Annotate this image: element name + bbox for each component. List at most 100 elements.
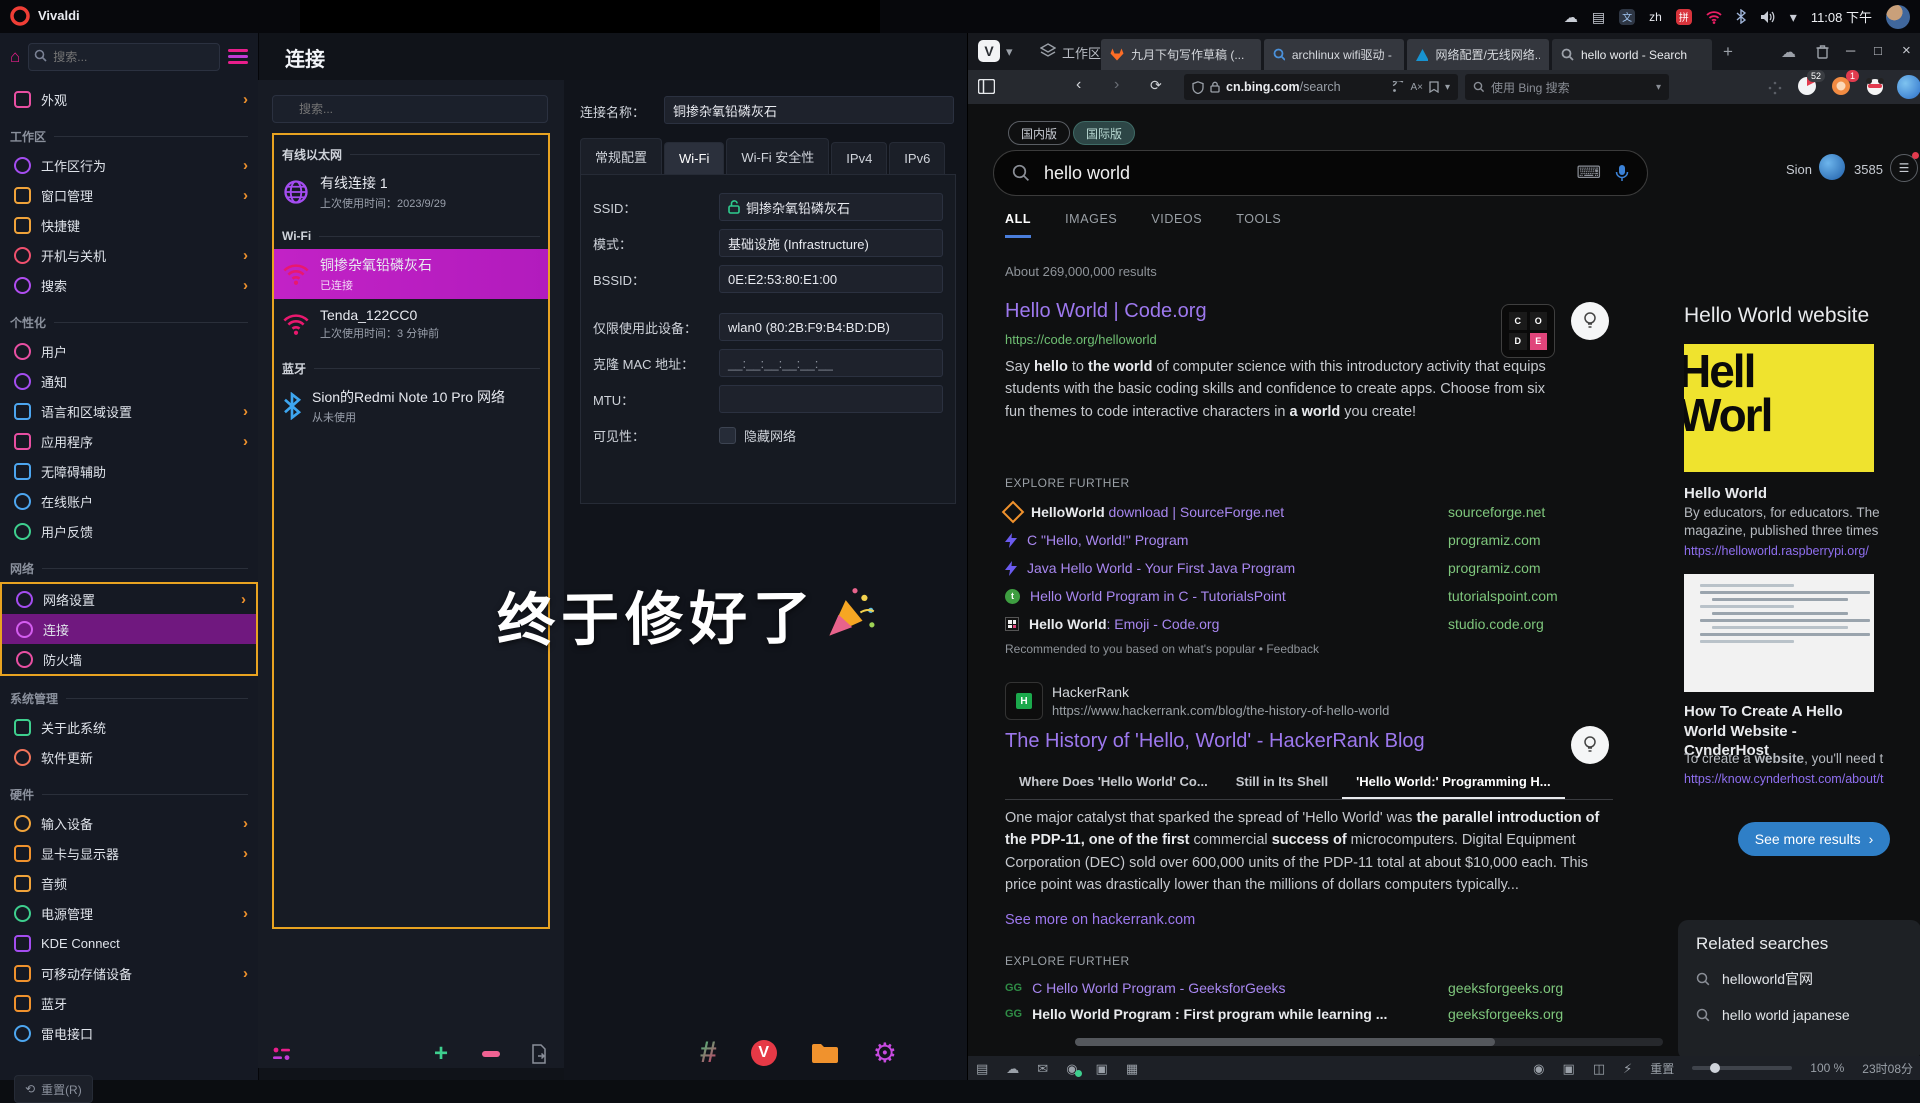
remove-connection-button[interactable]: [482, 1051, 500, 1057]
zoom-level[interactable]: 100 %: [1810, 1061, 1844, 1075]
menu-dropdown-icon[interactable]: ▾: [1006, 44, 1013, 60]
sidebar-item-workspace-behavior[interactable]: 工作区行为 ›: [0, 150, 258, 180]
add-connection-button[interactable]: +: [434, 1042, 448, 1066]
codeorg-logo-tile[interactable]: CODE: [1501, 304, 1555, 358]
sidebar-item-removable-storage[interactable]: 可移动存储设备 ›: [0, 958, 258, 988]
rewards-points[interactable]: 3585: [1854, 162, 1883, 177]
connection-item-bluetooth[interactable]: Sion的Redmi Note 10 Pro 网络 从未使用: [274, 381, 548, 431]
dictionary-tray-icon[interactable]: 文: [1619, 8, 1636, 25]
bluetooth-tray-icon[interactable]: [1736, 9, 1746, 24]
bookmark-icon[interactable]: [1429, 81, 1439, 93]
extension-icon-2[interactable]: 1: [1831, 70, 1859, 96]
see-more-results-button[interactable]: See more results ›: [1738, 822, 1890, 856]
connection-item-wired[interactable]: 有线连接 1 上次使用时间：2023/9/29: [274, 167, 548, 217]
reset-button[interactable]: ⟲ 重置(R): [14, 1075, 93, 1103]
sidebar-item-thunderbolt[interactable]: 雷电接口: [0, 1018, 258, 1048]
tab-general[interactable]: 常规配置: [580, 138, 663, 174]
sidebar-search-input[interactable]: [28, 42, 220, 71]
system-clock[interactable]: 11:08 下午: [1811, 7, 1872, 26]
lightbulb-icon[interactable]: [1571, 302, 1609, 340]
explore-link-programiz-c[interactable]: C "Hello, World!" Program programiz.com: [1005, 528, 1541, 552]
workspaces-icon[interactable]: [1040, 43, 1056, 59]
bing-search-box[interactable]: hello world ⌨: [993, 150, 1648, 196]
workspace-label[interactable]: 工作区: [1062, 43, 1101, 62]
recommendation-footer[interactable]: Recommended to you based on what's popul…: [1005, 642, 1319, 656]
tab-archlinux-search[interactable]: archlinux wifi驱动 - ...: [1264, 39, 1404, 70]
sidebar-result-1-title[interactable]: Hello World: [1684, 484, 1767, 504]
tiling-icon[interactable]: ◫: [1593, 1062, 1605, 1075]
code-screenshot-image[interactable]: [1684, 574, 1874, 692]
sidebar-item-firewall[interactable]: 防火墙: [2, 644, 256, 674]
tab-ipv4[interactable]: IPv4: [831, 142, 888, 174]
snippet-tab-3[interactable]: 'Hello World:' Programming H...: [1342, 768, 1565, 799]
hidden-network-checkbox[interactable]: [719, 426, 736, 444]
sidebar-item-display-monitor[interactable]: 显卡与显示器 ›: [0, 838, 258, 868]
sidebar-result-1-link[interactable]: https://helloworld.raspberrypi.org/: [1684, 544, 1869, 558]
zoom-slider-thumb[interactable]: [1710, 1063, 1721, 1073]
connection-name-input[interactable]: [664, 96, 954, 124]
sidebar-item-language-region[interactable]: 语言和区域设置 ›: [0, 396, 258, 426]
tray-expand-chevron-icon[interactable]: ▾: [1790, 10, 1797, 24]
maximize-button[interactable]: □: [1874, 43, 1882, 58]
connection-item-wifi-selected[interactable]: 铜掺杂氧铅磷灰石 已连接: [274, 249, 548, 299]
wifi-tray-icon[interactable]: [1706, 10, 1722, 24]
capture-icon[interactable]: ◉: [1533, 1062, 1544, 1075]
reset-zoom-button[interactable]: 重置: [1650, 1060, 1674, 1077]
export-icon[interactable]: [530, 1044, 548, 1064]
ssid-input[interactable]: 铜掺杂氧铅磷灰石: [719, 193, 943, 221]
toggle-images-icon[interactable]: ▣: [1563, 1062, 1575, 1075]
extension-icon-1[interactable]: 52: [1797, 70, 1825, 96]
bing-user-name[interactable]: Sion: [1786, 162, 1812, 177]
rss-icon[interactable]: [1392, 81, 1404, 93]
sidebar-item-users[interactable]: 用户: [0, 336, 258, 366]
sidebar-item-power-management[interactable]: 电源管理 ›: [0, 898, 258, 928]
sidebar-item-network-settings[interactable]: 网络设置 ›: [2, 584, 256, 614]
sidebar-item-appearance[interactable]: 外观 ›: [0, 84, 258, 114]
url-field[interactable]: cn.bing.com/search A× ▾: [1184, 74, 1458, 100]
sidebar-item-accessibility[interactable]: 无障碍辅助: [0, 456, 258, 486]
url-dropdown-icon[interactable]: ▾: [1445, 82, 1450, 93]
explore-link-gfg-2[interactable]: GG Hello World Program : First program w…: [1005, 1002, 1563, 1026]
hash-app-icon[interactable]: #: [700, 1036, 717, 1070]
search-query[interactable]: hello world: [1044, 163, 1562, 184]
tab-arch-wiki[interactable]: 网络配置/无线网络...: [1407, 39, 1549, 70]
volume-tray-icon[interactable]: [1760, 10, 1776, 24]
image-panel-icon[interactable]: ▣: [1096, 1062, 1108, 1075]
profile-avatar[interactable]: [1897, 75, 1920, 99]
lightbulb-icon[interactable]: [1571, 726, 1609, 764]
browser-search-field[interactable]: 使用 Bing 搜索 ▾: [1465, 74, 1669, 100]
calendar-panel-icon[interactable]: ▦: [1126, 1062, 1138, 1075]
sidebar-item-software-update[interactable]: 软件更新: [0, 742, 258, 772]
snippet-tab-2[interactable]: Still in Its Shell: [1222, 768, 1342, 799]
sidebar-item-input-devices[interactable]: 输入设备 ›: [0, 808, 258, 838]
panda-extension-icon[interactable]: [1865, 76, 1885, 96]
microphone-icon[interactable]: [1615, 164, 1629, 183]
related-search-item-1[interactable]: helloworld官网: [1678, 960, 1920, 998]
reload-button[interactable]: ⟳: [1150, 77, 1162, 94]
terminal-tray-icon[interactable]: ▤: [1592, 10, 1605, 24]
result-url[interactable]: https://code.org/helloworld: [1005, 332, 1157, 347]
region-cn-button[interactable]: 国内版: [1008, 121, 1071, 145]
sidebar-item-kde-connect[interactable]: KDE Connect: [0, 928, 258, 958]
mail-panel-icon[interactable]: ✉: [1037, 1062, 1048, 1075]
sidebar-item-startup-shutdown[interactable]: 开机与关机 ›: [0, 240, 258, 270]
tab-tools[interactable]: TOOLS: [1236, 212, 1281, 238]
result-title-link[interactable]: Hello World | Code.org: [1005, 300, 1207, 323]
statusbar-clock[interactable]: 23时08分: [1862, 1060, 1913, 1077]
hackerrank-url[interactable]: https://www.hackerrank.com/blog/the-hist…: [1052, 703, 1389, 718]
vivaldi-menu-button[interactable]: V: [978, 40, 1000, 62]
scrollbar-thumb[interactable]: [1075, 1038, 1495, 1046]
vivaldi-taskbar-icon[interactable]: V: [750, 1040, 777, 1066]
explore-link-programiz-java[interactable]: Java Hello World - Your First Java Progr…: [1005, 556, 1541, 580]
search-engine-dropdown-icon[interactable]: ▾: [1656, 82, 1661, 93]
trash-closed-tabs-icon[interactable]: [1816, 44, 1829, 59]
sidebar-item-shortcuts[interactable]: 快捷键: [0, 210, 258, 240]
helloworld-magazine-image[interactable]: Hell Worl: [1684, 344, 1874, 472]
tab-wifi[interactable]: Wi-Fi: [664, 142, 725, 174]
new-tab-button[interactable]: +: [1723, 42, 1733, 62]
input-method-tray-icon[interactable]: 拼: [1675, 8, 1692, 25]
sidebar-item-audio[interactable]: 音频: [0, 868, 258, 898]
bssid-input[interactable]: 0E:E2:53:80:E1:00: [719, 265, 943, 293]
sidebar-item-applications[interactable]: 应用程序 ›: [0, 426, 258, 456]
mtu-input[interactable]: [719, 385, 943, 413]
